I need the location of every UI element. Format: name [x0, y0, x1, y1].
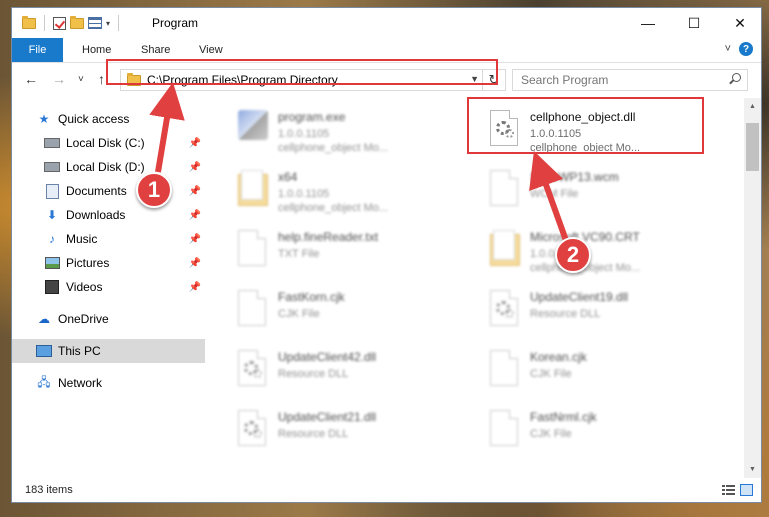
- annotation-arrows: [149, 82, 571, 248]
- callout-step-2: 2: [555, 237, 591, 273]
- arrow-to-dll-file: [529, 151, 571, 248]
- arrow-to-address-bar: [149, 82, 185, 173]
- callout-step-1: 1: [136, 172, 172, 208]
